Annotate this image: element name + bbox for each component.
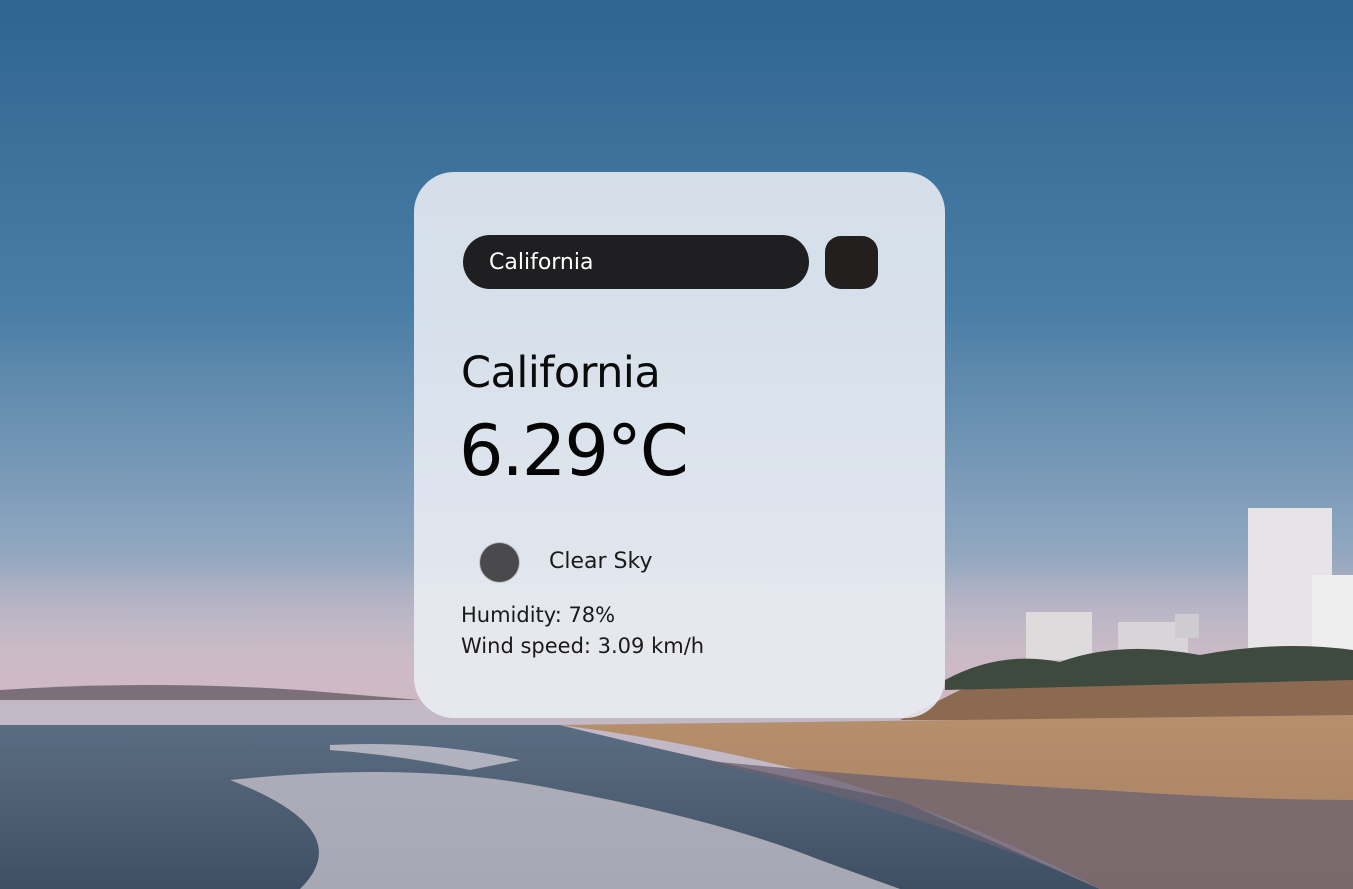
condition-text: Clear Sky bbox=[549, 549, 653, 574]
search-button[interactable] bbox=[825, 236, 878, 289]
humidity-text: Humidity: 78% bbox=[461, 603, 616, 627]
city-name: California bbox=[461, 348, 661, 398]
weather-card: California 6.29°C Clear Sky Humidity: 78… bbox=[414, 172, 945, 718]
weather-details: Humidity: 78% Wind speed: 3.09 km/h bbox=[461, 600, 704, 662]
temperature: 6.29°C bbox=[459, 410, 689, 492]
search-bar bbox=[463, 235, 883, 289]
weather-icon bbox=[480, 543, 519, 582]
condition-row: Clear Sky bbox=[480, 543, 780, 583]
wind-speed-text: Wind speed: 3.09 km/h bbox=[461, 634, 705, 658]
search-input[interactable] bbox=[463, 235, 809, 289]
